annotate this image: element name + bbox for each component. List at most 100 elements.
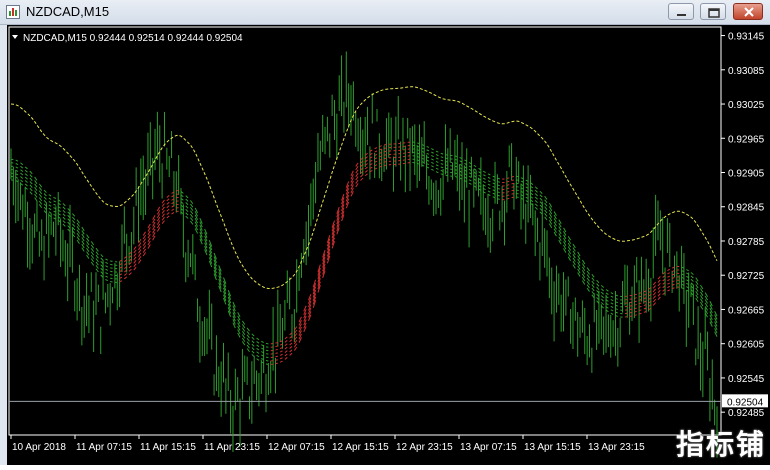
ma-ribbon-segment (257, 352, 259, 354)
ma-ribbon-segment (658, 287, 660, 290)
ma-ribbon-segment (611, 293, 613, 294)
window-titlebar[interactable]: NZDCAD,M15 (0, 0, 770, 25)
ma-ribbon-segment (535, 197, 537, 199)
ma-ribbon-segment (129, 273, 131, 275)
ma-ribbon-segment (597, 284, 599, 287)
ma-ribbon-segment (172, 209, 174, 211)
y-tick-label: 0.92845 (728, 203, 765, 214)
ma-ribbon-segment (483, 178, 485, 179)
ma-ribbon-segment (247, 331, 249, 334)
ma-ribbon-segment (35, 184, 37, 187)
ma-ribbon-segment (143, 232, 145, 236)
ma-ribbon-segment (700, 306, 702, 310)
ma-ribbon-segment (30, 181, 32, 184)
ma-ribbon-segment (39, 184, 41, 187)
ma-ribbon-segment (483, 175, 485, 176)
ma-ribbon-segment (242, 321, 244, 325)
ma-ribbon-segment (375, 148, 377, 149)
ma-ribbon-segment (653, 285, 655, 288)
ma-ribbon-segment (162, 204, 164, 207)
ma-ribbon-segment (700, 299, 702, 303)
close-button[interactable] (733, 3, 763, 20)
ma-ribbon-segment (696, 285, 698, 289)
ma-ribbon-segment (87, 234, 89, 238)
ma-ribbon-segment (143, 239, 145, 243)
ma-ribbon-segment (105, 266, 107, 267)
ma-ribbon-segment (63, 207, 65, 209)
ma-ribbon-segment (77, 226, 79, 230)
ma-ribbon-segment (634, 305, 636, 306)
ma-ribbon-segment (653, 292, 655, 295)
ma-ribbon-segment (436, 165, 438, 166)
ma-ribbon-segment (49, 201, 51, 203)
ma-ribbon-segment (96, 255, 98, 258)
ma-ribbon-segment (87, 238, 89, 242)
ma-ribbon-segment (91, 248, 93, 251)
ma-ribbon-segment (242, 324, 244, 328)
ma-ribbon-segment (134, 260, 136, 263)
ma-ribbon-segment (540, 198, 542, 200)
ma-ribbon-segment (653, 299, 655, 302)
ma-ribbon-segment (162, 210, 164, 213)
ma-ribbon-segment (545, 217, 547, 220)
ma-ribbon-segment (167, 195, 169, 197)
ma-ribbon-segment (96, 265, 98, 268)
ma-ribbon-segment (247, 345, 249, 348)
y-tick-label: 0.92785 (728, 237, 765, 248)
ma-ribbon-segment (497, 195, 499, 196)
ma-ribbon-segment (658, 294, 660, 297)
ma-ribbon-segment (190, 200, 192, 203)
ma-ribbon-segment (186, 213, 188, 215)
ma-ribbon-segment (39, 204, 41, 207)
restore-icon (701, 4, 727, 21)
ma-ribbon-segment (535, 207, 537, 209)
ma-ribbon-segment (77, 230, 79, 234)
ma-ribbon-segment (190, 207, 192, 210)
y-tick-label: 0.92965 (728, 134, 765, 145)
ma-ribbon-segment (280, 351, 282, 352)
ma-ribbon-segment (700, 289, 702, 293)
chart-canvas[interactable]: 0.931450.930850.930250.929650.929050.928… (7, 25, 770, 465)
ma-ribbon-segment (488, 191, 490, 192)
ma-ribbon-segment (30, 192, 32, 195)
ma-ribbon-segment (611, 296, 613, 297)
maximize-button[interactable] (700, 3, 726, 20)
ma-ribbon-segment (96, 269, 98, 272)
ma-ribbon-segment (63, 210, 65, 212)
ma-ribbon-segment (167, 202, 169, 204)
ma-ribbon-segment (242, 338, 244, 342)
ma-ribbon-segment (356, 180, 358, 184)
ma-ribbon-segment (134, 250, 136, 253)
ma-ribbon-segment (455, 163, 457, 164)
ma-ribbon-segment (597, 280, 599, 283)
ma-ribbon-segment (96, 258, 98, 261)
ma-ribbon-segment (20, 180, 22, 182)
ma-ribbon-segment (455, 166, 457, 167)
ma-ribbon-segment (431, 169, 433, 170)
price-chart[interactable]: 0.931450.930850.930250.929650.929050.928… (7, 25, 770, 465)
ma-ribbon-segment (290, 350, 292, 352)
window-title: NZDCAD,M15 (26, 4, 109, 19)
ma-ribbon-segment (30, 175, 32, 178)
close-icon (734, 4, 764, 21)
ma-ribbon-segment (186, 209, 188, 211)
ma-ribbon-segment (691, 272, 693, 274)
minimize-button[interactable] (668, 3, 694, 20)
ma-ribbon-segment (87, 245, 89, 249)
ma-ribbon-segment (535, 200, 537, 202)
ma-ribbon-segment (427, 153, 429, 154)
ma-ribbon-segment (667, 269, 669, 270)
ma-ribbon-segment (360, 175, 362, 177)
ma-ribbon-segment (129, 269, 131, 271)
ma-ribbon-segment (134, 267, 136, 270)
ma-ribbon-segment (186, 216, 188, 218)
ma-ribbon-segment (25, 184, 27, 186)
ma-ribbon-segment (105, 273, 107, 274)
ma-ribbon-segment (49, 212, 51, 214)
ma-ribbon-segment (257, 342, 259, 344)
ma-ribbon-segment (431, 149, 433, 150)
ma-ribbon-segment (105, 269, 107, 270)
ma-ribbon-segment (545, 213, 547, 216)
mt4-chart-window: NZDCAD,M15 0.931450.930850.930250.929650… (0, 0, 770, 465)
ma-ribbon-segment (25, 170, 27, 172)
